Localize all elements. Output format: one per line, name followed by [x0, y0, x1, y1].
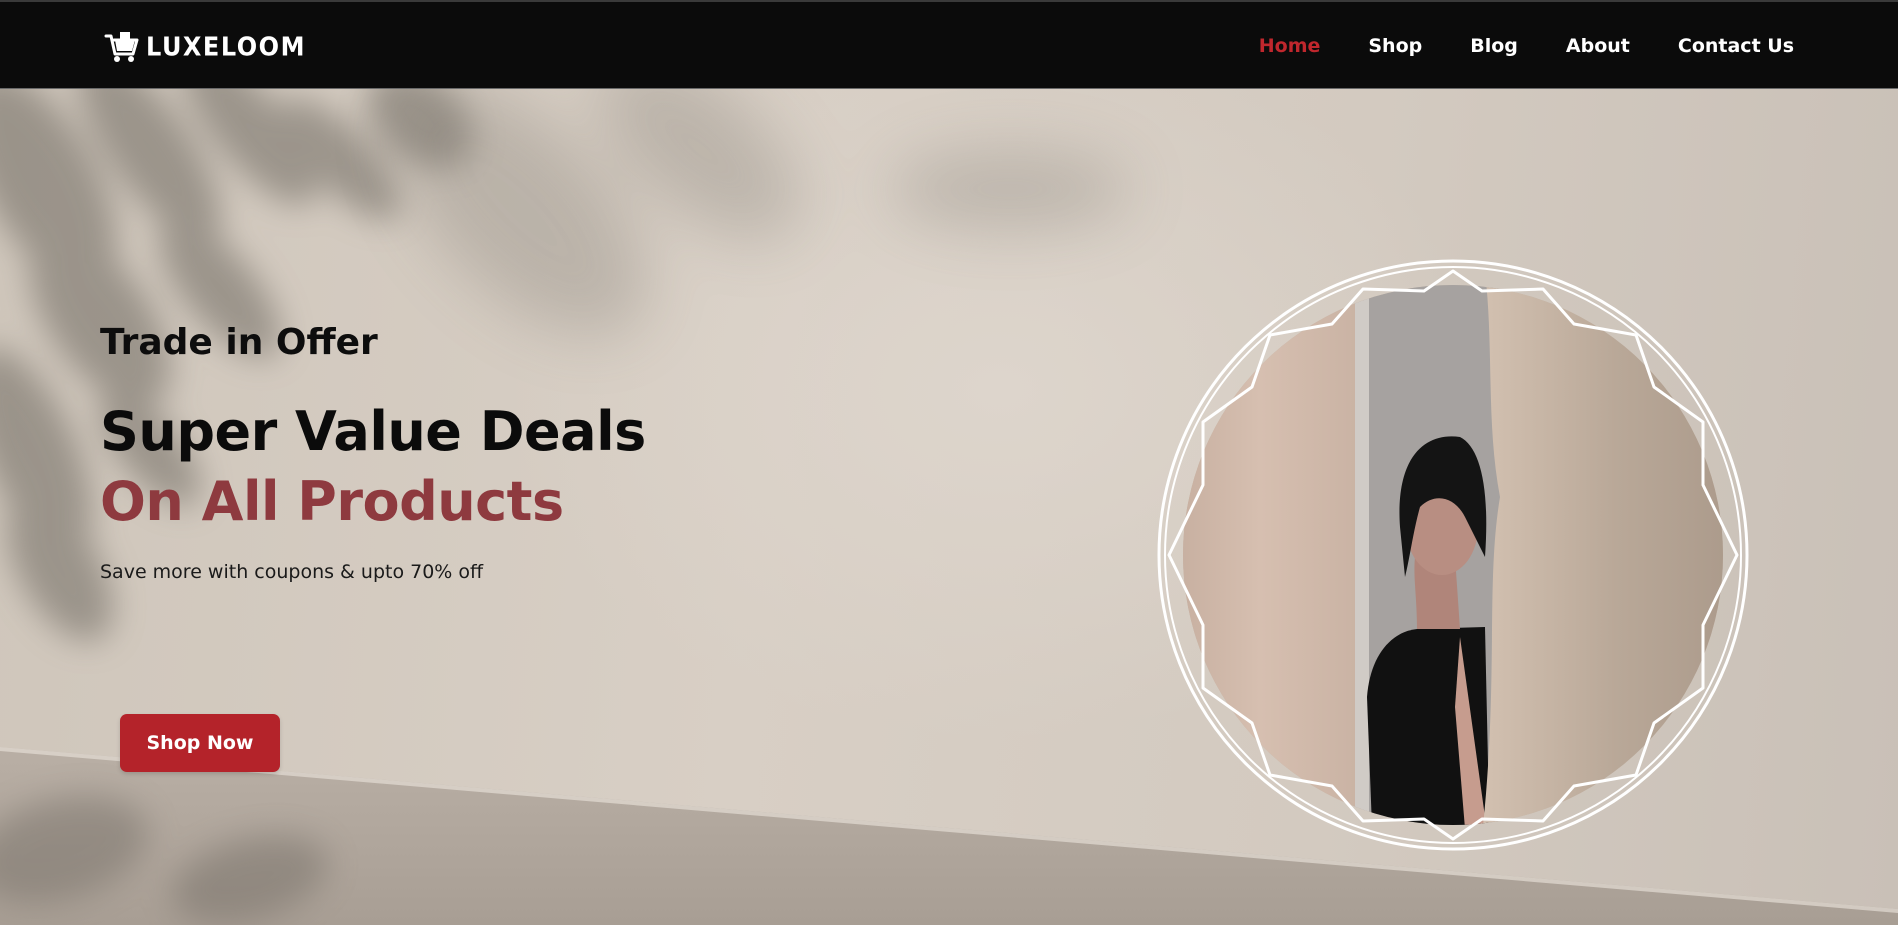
nav-item-about[interactable]: About [1566, 35, 1630, 57]
site-header: LUXELOOM Home Shop Blog About Contact Us [0, 0, 1898, 89]
main-nav: Home Shop Blog About Contact Us [1259, 2, 1794, 89]
shopping-cart-icon [104, 32, 139, 62]
hero-headline: Super Value Deals On All Products [100, 397, 820, 537]
brand-logo[interactable]: LUXELOOM [104, 29, 306, 65]
hero-subtext: Save more with coupons & upto 70% off [100, 561, 484, 583]
page: LUXELOOM Home Shop Blog About Contact Us [0, 0, 1898, 925]
nav-item-home[interactable]: Home [1259, 35, 1321, 57]
hero-headline-line-2: On All Products [100, 470, 564, 533]
hero-section: Trade in Offer Super Value Deals On All … [0, 89, 1898, 925]
hero-copy: Trade in Offer Super Value Deals On All … [100, 321, 820, 772]
hero-headline-line-1: Super Value Deals [100, 400, 646, 463]
nav-item-blog[interactable]: Blog [1470, 35, 1518, 57]
hero-eyebrow: Trade in Offer [100, 322, 378, 363]
nav-item-contact-us[interactable]: Contact Us [1678, 35, 1794, 57]
hero-model-image [1155, 257, 1751, 853]
nav-item-shop[interactable]: Shop [1368, 35, 1422, 57]
model-portrait-frame [1157, 259, 1749, 851]
shop-now-button[interactable]: Shop Now [120, 714, 280, 772]
brand-name: LUXELOOM [146, 31, 306, 63]
